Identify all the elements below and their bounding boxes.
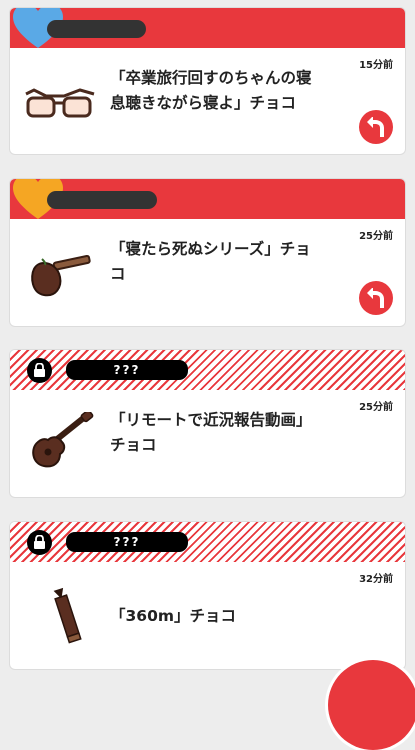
locked-sender-name: ??? <box>66 360 188 380</box>
lock-icon <box>34 535 45 549</box>
reply-button[interactable] <box>359 281 393 315</box>
lock-badge <box>27 358 52 383</box>
timestamp: 15分前 <box>359 60 393 71</box>
timestamp: 25分前 <box>359 231 393 242</box>
guitar-icon <box>31 254 91 297</box>
card-title: 「リモートで近況報告動画」チョコ <box>110 411 312 454</box>
card-header <box>10 179 405 219</box>
notification-card[interactable]: 25分前 「寝たら死ぬシリーズ」チョコ <box>10 179 405 326</box>
lock-icon <box>34 363 45 377</box>
card-header-locked: ??? <box>10 350 405 390</box>
reply-button[interactable] <box>359 110 393 144</box>
card-title: 「360m」チョコ <box>110 607 237 625</box>
timestamp: 25分前 <box>359 402 393 413</box>
card-header <box>10 8 405 48</box>
ukulele-icon <box>32 412 94 468</box>
reply-arrow-icon <box>367 288 384 308</box>
notification-card[interactable]: ??? 25分前 「リモートで近況報告動画」チョコ <box>10 350 405 497</box>
floating-action-button[interactable] <box>328 660 415 750</box>
sender-name-redacted <box>47 191 157 209</box>
notification-card[interactable]: ??? 32分前 「360m」チョコ <box>10 522 405 669</box>
lock-badge <box>27 530 52 555</box>
locked-sender-name: ??? <box>66 532 188 552</box>
notification-card[interactable]: 15分前 「卒業旅行回すのちゃんの寝息聴きながら寝よ」チョコ <box>10 8 405 154</box>
pencil-icon <box>53 587 82 644</box>
card-title: 「寝たら死ぬシリーズ」チョコ <box>110 240 311 283</box>
glasses-icon <box>25 88 95 118</box>
timestamp: 32分前 <box>359 574 393 585</box>
reply-arrow-icon <box>367 117 384 137</box>
card-header-locked: ??? <box>10 522 405 562</box>
sender-name-redacted <box>47 20 146 38</box>
card-title: 「卒業旅行回すのちゃんの寝息聴きながら寝よ」チョコ <box>110 69 312 112</box>
